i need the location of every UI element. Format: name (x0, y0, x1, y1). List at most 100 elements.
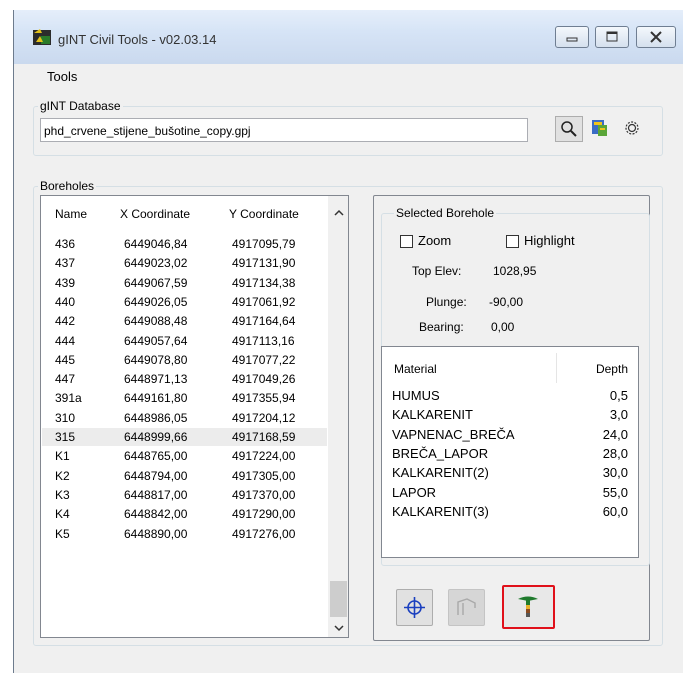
cell-name: 445 (55, 352, 76, 367)
table-row[interactable]: 310 6448986,05 4917204,12 (42, 409, 327, 427)
maximize-button[interactable] (595, 26, 629, 48)
cell-y: 4917276,00 (232, 526, 296, 541)
selected-borehole-label: Selected Borehole (394, 206, 497, 220)
highlight-label[interactable]: Highlight (524, 233, 575, 248)
highlight-checkbox[interactable] (506, 235, 519, 248)
table-row[interactable]: K5 6448890,00 4917276,00 (42, 525, 327, 543)
scroll-down-icon[interactable] (334, 624, 344, 632)
plunge-label: Plunge: (426, 295, 467, 309)
table-row[interactable]: 440 6449026,05 4917061,92 (42, 293, 327, 311)
material-name: HUMUS (392, 388, 440, 403)
settings-button[interactable] (619, 116, 647, 142)
scroll-up-icon[interactable] (334, 209, 344, 217)
cell-name: K1 (55, 449, 70, 464)
cell-x: 6448890,00 (124, 526, 188, 541)
crosshair-icon (404, 597, 425, 618)
cell-y: 4917168,59 (232, 430, 296, 444)
import-button[interactable] (587, 116, 615, 142)
material-depth: 28,0 (602, 445, 628, 461)
table-row[interactable]: 439 6449067,59 4917134,38 (42, 274, 327, 292)
table-row[interactable]: 445 6449078,80 4917077,22 (42, 351, 327, 369)
boreholes-list[interactable]: Name X Coordinate Y Coordinate 436 644904… (40, 195, 349, 638)
cell-name: K3 (55, 487, 70, 502)
profile-button (448, 589, 485, 626)
list-item[interactable]: KALKARENIT(3) 60,0 (382, 502, 638, 520)
table-row[interactable]: 391a 6449161,80 4917355,94 (42, 389, 327, 407)
material-column-header[interactable]: Material (394, 362, 437, 376)
column-divider (556, 353, 557, 383)
column-header-x[interactable]: X Coordinate (120, 207, 190, 221)
cell-name: 440 (55, 294, 76, 309)
list-item[interactable]: KALKARENIT 3,0 (382, 405, 638, 423)
menu-tools[interactable]: Tools (47, 69, 77, 84)
list-item[interactable]: LAPOR 55,0 (382, 483, 638, 501)
cell-y: 4917049,26 (232, 372, 296, 387)
material-depth: 0,5 (609, 388, 628, 403)
close-button[interactable] (636, 26, 676, 48)
table-row[interactable]: 447 6448971,13 4917049,26 (42, 370, 327, 388)
minimize-button[interactable] (555, 26, 589, 48)
material-name: VAPNENAC_BREČA (392, 426, 515, 442)
cell-name: K4 (55, 507, 70, 522)
material-depth: 24,0 (602, 426, 628, 442)
material-depth: 3,0 (609, 407, 628, 423)
cell-y: 4917061,92 (232, 294, 296, 309)
boreholes-scrollbar[interactable] (328, 196, 348, 637)
material-name: BREČA_LAPOR (392, 445, 489, 461)
table-row[interactable]: 436 6449046,84 4917095,79 (42, 235, 327, 253)
material-depth: 55,0 (602, 484, 628, 500)
minimize-icon (566, 37, 578, 42)
top-elev-label: Top Elev: (412, 264, 462, 278)
material-name: KALKARENIT(3) (392, 503, 489, 519)
cell-x: 6448794,00 (124, 468, 188, 483)
table-row[interactable]: K2 6448794,00 4917305,00 (42, 467, 327, 485)
borehole-symbol-button[interactable] (502, 585, 555, 629)
top-elev-value: 1028,95 (493, 264, 537, 278)
column-header-y[interactable]: Y Coordinate (229, 207, 299, 221)
zoom-label[interactable]: Zoom (418, 233, 451, 248)
cell-y: 4917224,00 (232, 449, 296, 464)
table-row[interactable]: 437 6449023,02 4917131,90 (42, 254, 327, 272)
scroll-thumb[interactable] (330, 581, 347, 617)
table-row[interactable]: 442 6449088,48 4917164,64 (42, 312, 327, 330)
title-bar[interactable]: gINT Civil Tools - v02.03.14 (14, 10, 683, 64)
cell-name: 442 (55, 314, 76, 329)
material-depth: 30,0 (602, 465, 628, 481)
cell-x: 6448842,00 (124, 507, 188, 522)
cell-y: 4917134,38 (232, 275, 296, 290)
table-row[interactable]: K4 6448842,00 4917290,00 (42, 505, 327, 523)
list-item[interactable]: VAPNENAC_BREČA 24,0 (382, 425, 638, 443)
material-name: KALKARENIT(2) (392, 465, 489, 481)
depth-column-header[interactable]: Depth (596, 362, 628, 376)
menu-bar: Tools (14, 64, 683, 88)
material-depth: 60,0 (602, 503, 628, 519)
cell-x: 6449026,05 (124, 294, 188, 309)
cell-x: 6449161,80 (124, 391, 188, 406)
cell-x: 6449067,59 (124, 275, 188, 290)
boreholes-group-label: Boreholes (38, 179, 97, 193)
cell-y: 4917077,22 (232, 352, 296, 367)
table-row[interactable]: 315 6448999,66 4917168,59 (42, 428, 327, 446)
column-header-name[interactable]: Name (55, 207, 87, 221)
cell-x: 6449088,48 (124, 314, 188, 329)
table-row[interactable]: 444 6449057,64 4917113,16 (42, 332, 327, 350)
table-row[interactable]: K3 6448817,00 4917370,00 (42, 486, 327, 504)
list-item[interactable]: BREČA_LAPOR 28,0 (382, 444, 638, 462)
cell-name: 310 (55, 410, 76, 425)
table-row[interactable]: K1 6448765,00 4917224,00 (42, 447, 327, 465)
cell-y: 4917164,64 (232, 314, 296, 329)
list-item[interactable]: HUMUS 0,5 (382, 386, 638, 404)
database-file-field[interactable]: phd_crvene_stijene_bušotine_copy.gpj (40, 118, 528, 142)
cell-x: 6449057,64 (124, 333, 188, 348)
locate-button[interactable] (396, 589, 433, 626)
cell-name: 437 (55, 256, 76, 271)
materials-list[interactable]: Material Depth HUMUS 0,5 KALKARENIT 3,0 VAPN… (381, 346, 639, 558)
bearing-label: Bearing: (419, 320, 464, 334)
plunge-value: -90,00 (489, 295, 524, 309)
search-button[interactable] (555, 116, 583, 142)
import-icon (592, 120, 607, 136)
zoom-checkbox[interactable] (400, 235, 413, 248)
cell-name: 315 (55, 430, 76, 444)
list-item[interactable]: KALKARENIT(2) 30,0 (382, 463, 638, 481)
cell-name: K2 (55, 468, 70, 483)
